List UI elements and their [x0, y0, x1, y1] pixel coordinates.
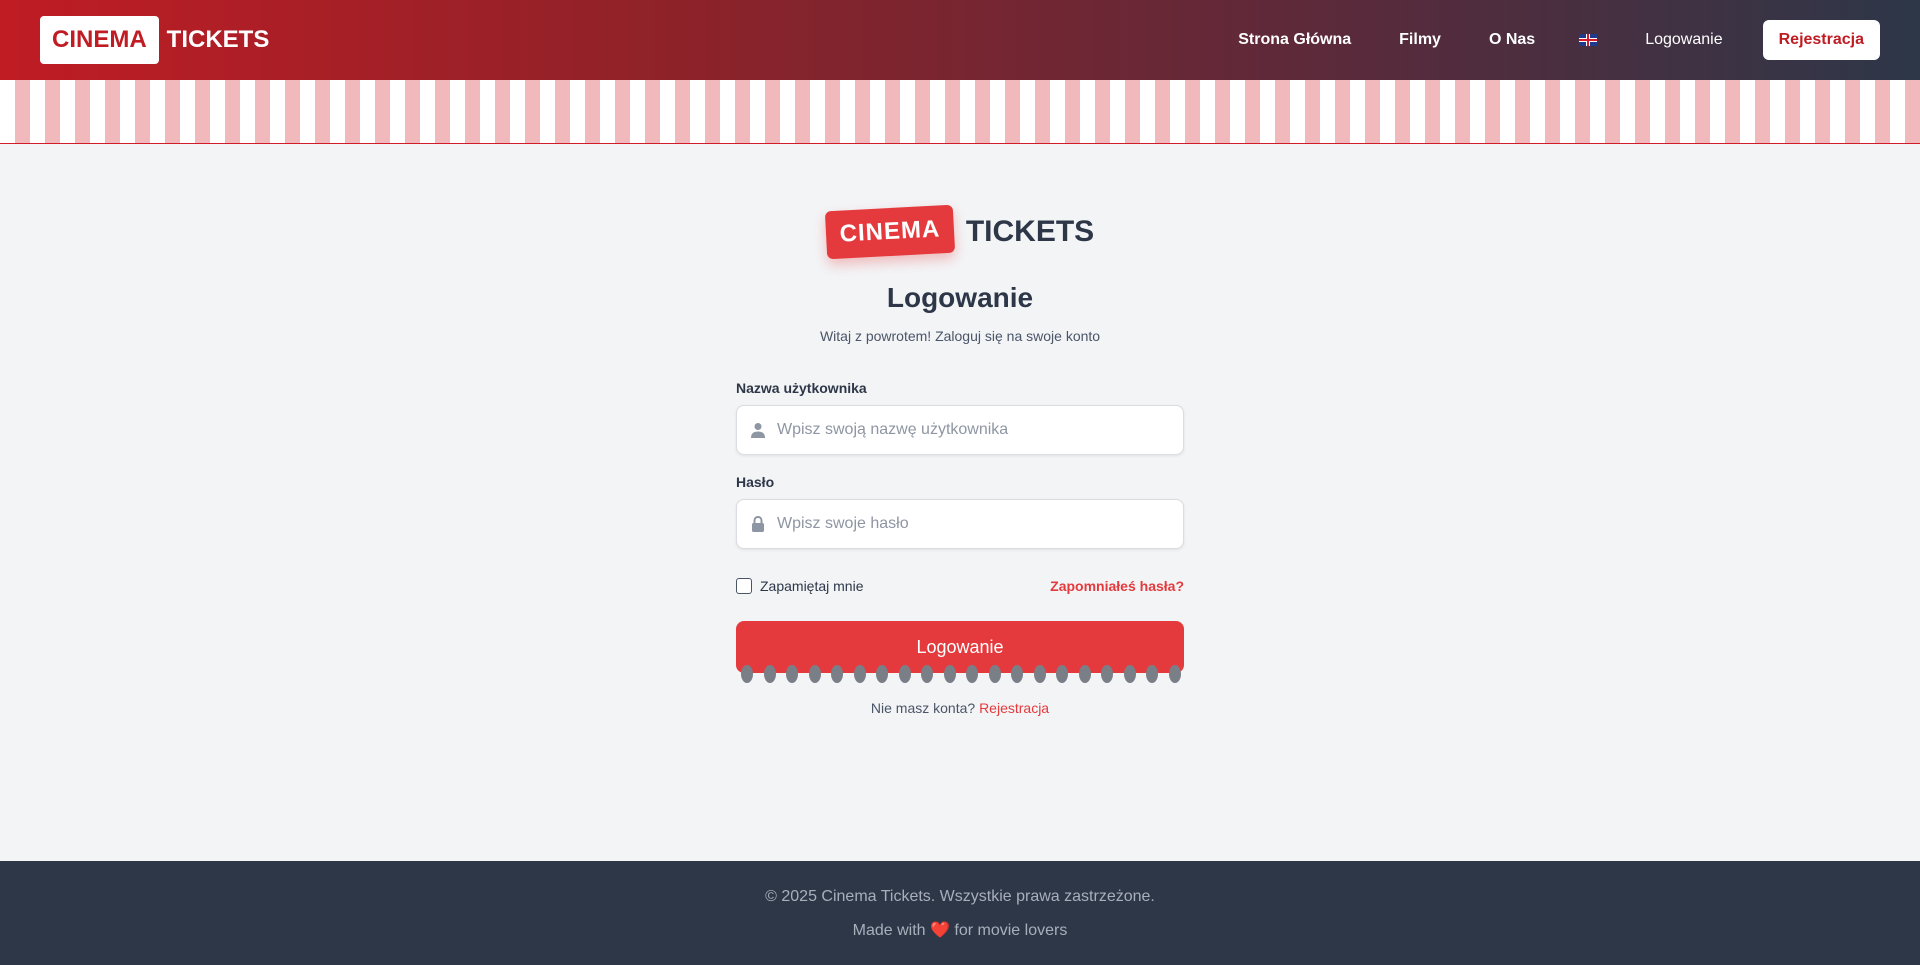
- logo-word: TICKETS: [965, 215, 1095, 248]
- page-subtitle: Witaj z powrotem! Zaloguj się na swoje k…: [819, 328, 1101, 344]
- login-options-row: Zapamiętaj mnie Zapomniałeś hasła?: [736, 576, 1184, 596]
- password-field-wrapper: [736, 499, 1184, 549]
- password-input[interactable]: [737, 500, 1183, 548]
- remember-me-label: Zapamiętaj mnie: [760, 578, 864, 594]
- nav-link-home[interactable]: Strona Główna: [1238, 31, 1351, 49]
- heart-icon: ❤️: [930, 922, 950, 939]
- page-logo: CINEMA TICKETS: [0, 204, 1920, 260]
- user-icon: [751, 423, 765, 438]
- signup-prompt-text: Nie masz konta?: [870, 700, 976, 716]
- nav-link-login[interactable]: Logowanie: [1645, 31, 1722, 49]
- lock-icon: [752, 516, 764, 532]
- brand-logo-box: CINEMA: [40, 16, 159, 64]
- login-form: Nazwa użytkownika Hasło Zapamiętaj mnie …: [736, 380, 1184, 683]
- remember-me[interactable]: Zapamiętaj mnie: [736, 578, 864, 594]
- footer-copyright: © 2025 Cinema Tickets. Wszystkie prawa z…: [765, 888, 1155, 905]
- nav-link-about[interactable]: O Nas: [1489, 31, 1535, 49]
- footer-tagline-suffix: for movie lovers: [954, 922, 1068, 939]
- signup-prompt: Nie masz konta? Rejestracja: [0, 700, 1920, 716]
- uk-flag-icon[interactable]: [1579, 34, 1598, 46]
- page-title: Logowanie: [886, 282, 1034, 313]
- username-field-wrapper: [736, 405, 1184, 455]
- username-input[interactable]: [737, 406, 1183, 454]
- ticket-perforation: [741, 665, 1181, 687]
- password-label: Hasło: [736, 474, 775, 490]
- footer-tagline: Made with ❤️ for movie lovers: [0, 920, 1920, 940]
- footer-tagline-prefix: Made with: [852, 922, 926, 939]
- main-nav: Strona Główna Filmy O Nas Logowanie Reje…: [1190, 0, 1880, 80]
- brand-logo[interactable]: CINEMA TICKETS: [40, 16, 269, 64]
- decorative-stripes: [0, 80, 1920, 144]
- forgot-password-link[interactable]: Zapomniałeś hasła?: [1050, 578, 1184, 594]
- nav-link-films[interactable]: Filmy: [1399, 31, 1441, 49]
- brand-logo-text: TICKETS: [166, 26, 270, 53]
- logo-ticket-tag: CINEMA: [824, 204, 955, 260]
- top-navbar: CINEMA TICKETS Strona Główna Filmy O Nas…: [0, 0, 1920, 80]
- submit-ticket: Logowanie: [736, 621, 1184, 683]
- remember-me-checkbox[interactable]: [736, 578, 752, 594]
- signup-link[interactable]: Rejestracja: [979, 700, 1049, 716]
- register-button[interactable]: Rejestracja: [1762, 20, 1880, 60]
- page-footer: © 2025 Cinema Tickets. Wszystkie prawa z…: [0, 861, 1920, 965]
- username-label: Nazwa użytkownika: [736, 380, 867, 396]
